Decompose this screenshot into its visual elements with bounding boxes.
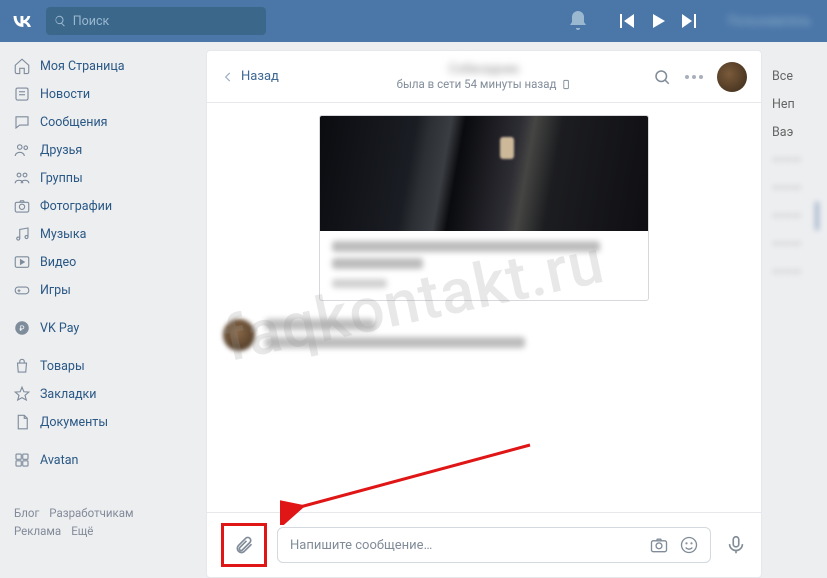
- document-icon: [12, 412, 32, 432]
- folder-item[interactable]: ———: [772, 174, 818, 202]
- avatar[interactable]: [717, 62, 747, 92]
- sidebar-item-friends[interactable]: Друзья: [8, 136, 200, 164]
- player-next-icon[interactable]: [678, 9, 702, 33]
- bell-icon[interactable]: [566, 9, 590, 33]
- sidebar-item-bookmarks[interactable]: Закладки: [8, 380, 200, 408]
- gamepad-icon: [12, 280, 32, 300]
- sidebar-item-label: Документы: [40, 415, 108, 430]
- camera-icon[interactable]: [649, 535, 669, 555]
- chat-input-bar: [207, 512, 761, 577]
- sidebar-item-profile[interactable]: Моя Страница: [8, 52, 200, 80]
- back-button[interactable]: Назад: [221, 69, 279, 84]
- chat-panel: Назад Собеседник была в сети 54 минуты н…: [206, 50, 762, 578]
- sidebar-item-label: Видео: [40, 255, 76, 270]
- sidebar-item-video[interactable]: Видео: [8, 248, 200, 276]
- sidebar-item-label: Фотографии: [40, 199, 112, 214]
- star-icon: [12, 384, 32, 404]
- chat-body: [207, 103, 761, 512]
- sidebar-item-label: Моя Страница: [40, 59, 125, 74]
- emoji-icon[interactable]: [679, 535, 699, 555]
- svg-text:₽: ₽: [20, 324, 25, 333]
- sidebar-item-vkpay[interactable]: ₽ VK Pay: [8, 314, 200, 342]
- sidebar-item-label: Музыка: [40, 227, 86, 242]
- attachment-title: [332, 241, 600, 252]
- groups-icon: [12, 168, 32, 188]
- player-play-icon[interactable]: [646, 9, 670, 33]
- sidebar-item-market[interactable]: Товары: [8, 352, 200, 380]
- chat-header: Назад Собеседник была в сети 54 минуты н…: [207, 51, 761, 103]
- filter-unread[interactable]: Неп: [772, 90, 818, 118]
- filter-all[interactable]: Все: [772, 62, 818, 90]
- message-author: [265, 319, 375, 330]
- folder-item[interactable]: ———: [772, 146, 818, 174]
- video-icon: [12, 252, 32, 272]
- folder-item[interactable]: ———: [772, 258, 818, 286]
- attachment-source: [332, 279, 387, 288]
- footer-blog[interactable]: Блог: [14, 506, 39, 520]
- sidebar-item-label: Avatan: [40, 453, 78, 468]
- chat-peer-name: Собеседник: [397, 62, 572, 77]
- chat-filter-column: Все Неп Ваэ ——— ——— ——— ——— ———: [762, 50, 818, 578]
- folder-item[interactable]: ———: [772, 202, 818, 230]
- header-username[interactable]: Пользователь: [728, 14, 811, 29]
- sidebar-item-label: VK Pay: [40, 321, 79, 336]
- folder-item[interactable]: ———: [772, 230, 818, 258]
- sidebar-item-docs[interactable]: Документы: [8, 408, 200, 436]
- chat-status: была в сети 54 минуты назад: [397, 77, 572, 91]
- search-icon: [54, 14, 67, 28]
- home-icon: [12, 56, 32, 76]
- sidebar-item-groups[interactable]: Группы: [8, 164, 200, 192]
- app-icon: [12, 450, 32, 470]
- footer-links: Блог Разработчикам Реклама Ещё: [8, 504, 200, 540]
- paperclip-icon: [234, 535, 254, 555]
- sidebar-item-messages[interactable]: Сообщения: [8, 108, 200, 136]
- search-input[interactable]: [73, 14, 258, 29]
- sidebar-item-label: Игры: [40, 283, 71, 298]
- footer-ads[interactable]: Реклама: [14, 524, 61, 538]
- avatar[interactable]: [223, 319, 255, 351]
- mic-icon[interactable]: [725, 534, 747, 556]
- music-icon: [12, 224, 32, 244]
- attachment-image: [320, 116, 648, 231]
- back-label: Назад: [241, 69, 279, 84]
- vk-logo[interactable]: [8, 7, 36, 35]
- sidebar-item-label: Закладки: [40, 387, 97, 402]
- filter-important[interactable]: Ваэ: [772, 118, 818, 146]
- sidebar-item-photos[interactable]: Фотографии: [8, 192, 200, 220]
- sidebar-item-label: Группы: [40, 171, 83, 186]
- friends-icon: [12, 140, 32, 160]
- sidebar-item-games[interactable]: Игры: [8, 276, 200, 304]
- mobile-icon: [560, 79, 571, 90]
- vkpay-icon: ₽: [12, 318, 32, 338]
- message-text: [265, 337, 525, 348]
- sidebar-item-avatan[interactable]: Avatan: [8, 446, 200, 474]
- sidebar-item-label: Сообщения: [40, 115, 108, 130]
- message-icon: [12, 112, 32, 132]
- sidebar: Моя Страница Новости Сообщения Друзья Гр…: [0, 42, 200, 578]
- sidebar-item-news[interactable]: Новости: [8, 80, 200, 108]
- message-input[interactable]: [277, 527, 711, 563]
- footer-more[interactable]: Ещё: [71, 524, 93, 538]
- camera-icon: [12, 196, 32, 216]
- top-header: Пользователь: [0, 0, 827, 42]
- sidebar-item-label: Новости: [40, 87, 90, 102]
- sidebar-item-label: Друзья: [40, 143, 82, 158]
- message-row: [223, 319, 747, 355]
- attach-button[interactable]: [221, 523, 267, 567]
- link-attachment[interactable]: [319, 115, 649, 301]
- footer-devs[interactable]: Разработчикам: [49, 506, 133, 520]
- bag-icon: [12, 356, 32, 376]
- player-prev-icon[interactable]: [614, 9, 638, 33]
- search-box[interactable]: [46, 7, 266, 35]
- more-icon[interactable]: [685, 75, 703, 79]
- sidebar-item-music[interactable]: Музыка: [8, 220, 200, 248]
- chevron-left-icon: [221, 70, 235, 84]
- search-chat-icon[interactable]: [653, 68, 671, 86]
- attachment-subtitle: [332, 258, 423, 269]
- sidebar-item-label: Товары: [40, 359, 85, 374]
- news-icon: [12, 84, 32, 104]
